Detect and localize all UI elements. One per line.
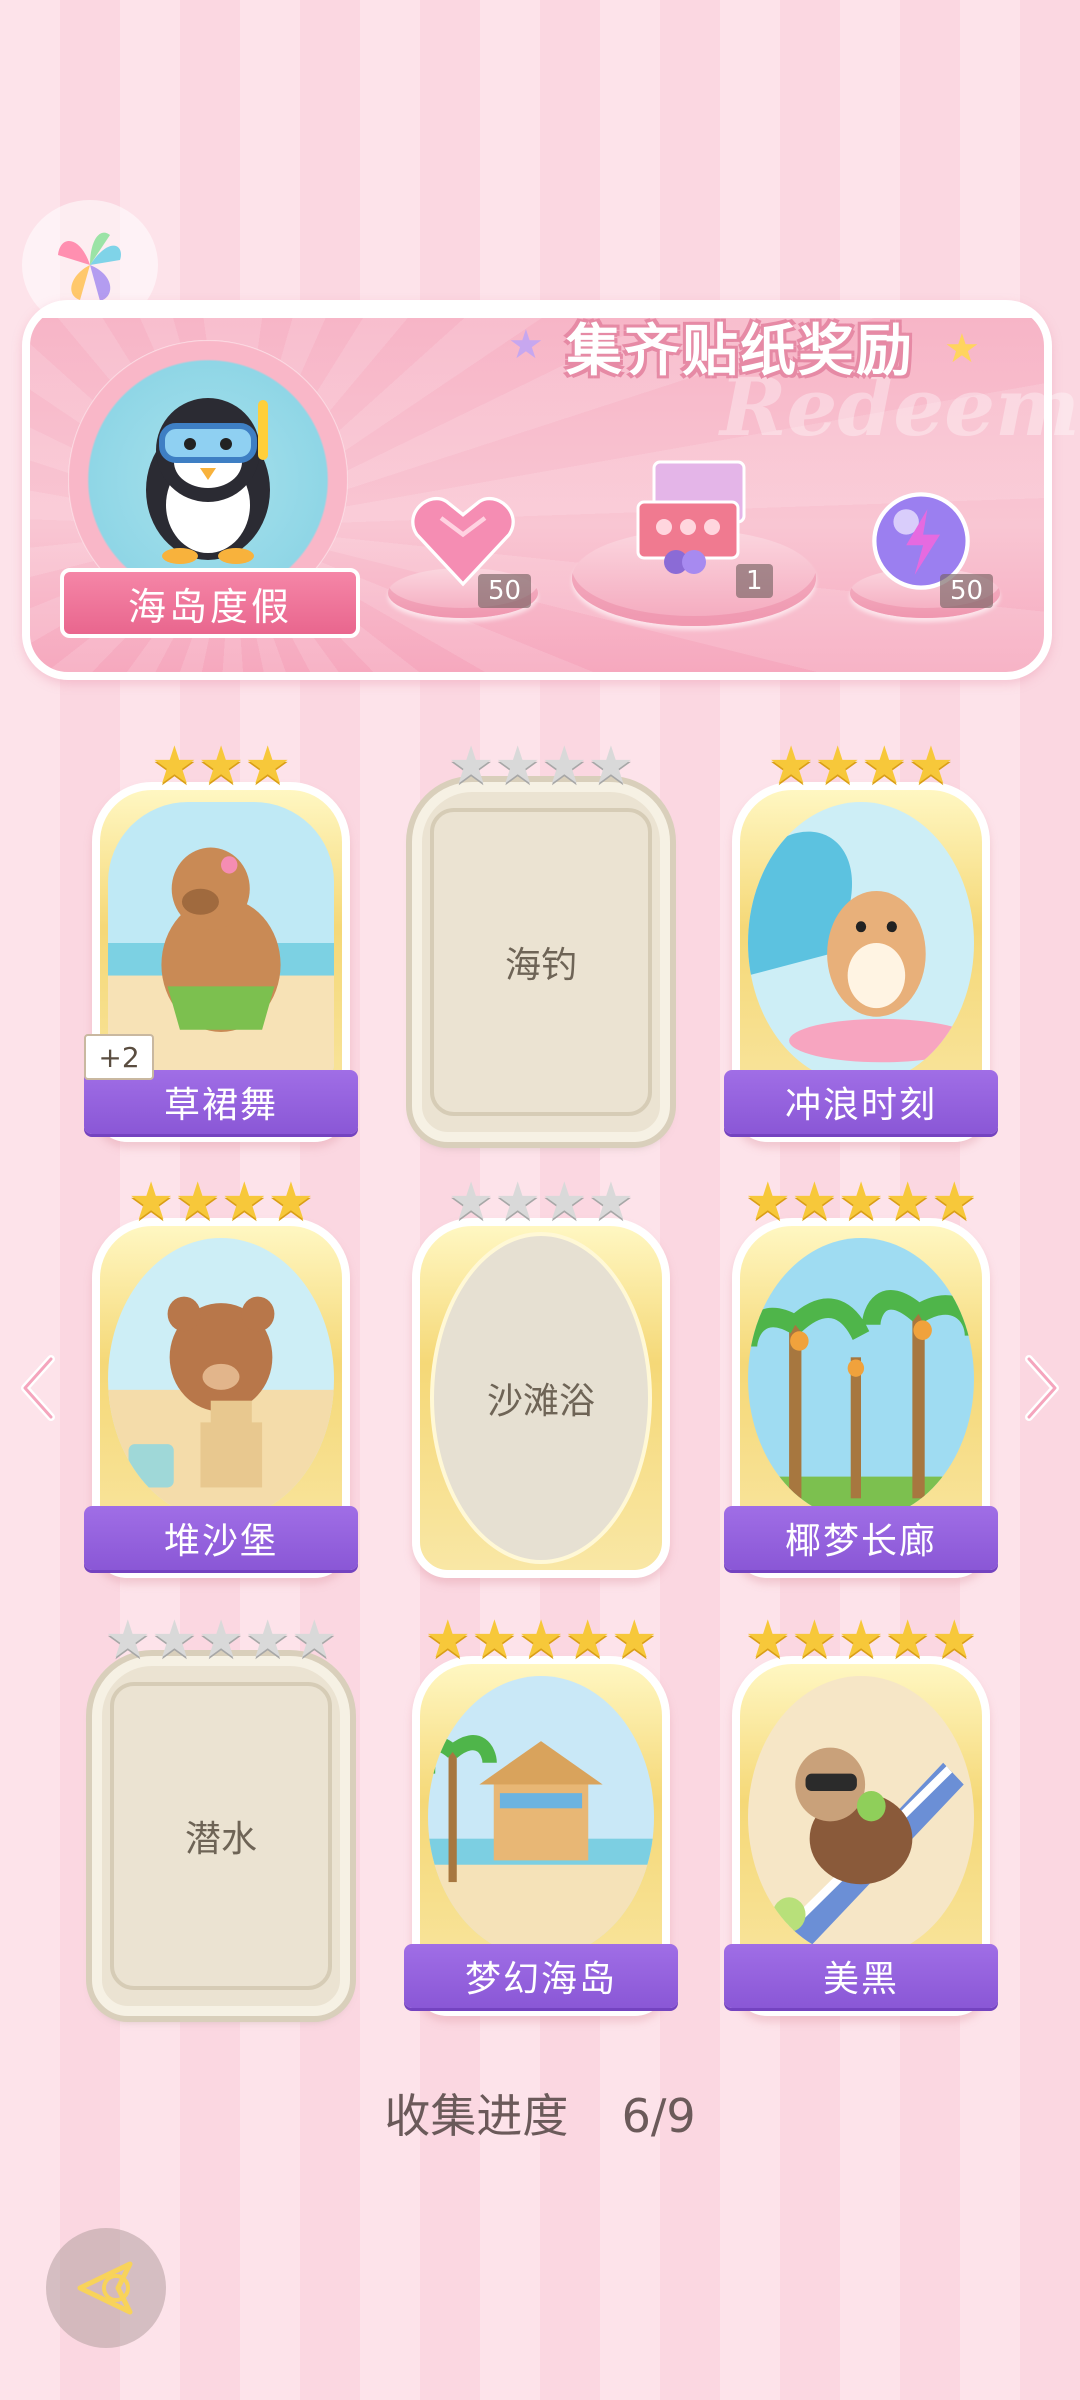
star-empty-icon: ★ [447,736,495,796]
star-filled-icon: ★ [930,1610,978,1670]
sticker-card[interactable]: 沙滩浴 ★ ★ ★ ★ [412,1176,670,1578]
sticker-card[interactable]: 美黑 ★ ★ ★ ★ ★ [724,1614,998,2016]
star-filled-icon: ★ [127,1172,175,1232]
star-filled-icon: ★ [174,1172,221,1232]
card-label: 美黑 [724,1944,998,2008]
star-filled-icon: ★ [884,1610,931,1670]
star-filled-icon: ★ [861,736,908,796]
star-filled-icon: ★ [151,736,198,796]
star-rating: ★ ★ ★ ★ ★ [732,1614,990,1666]
star-empty-icon: ★ [290,1610,338,1670]
chevron-right-icon [1025,1355,1059,1421]
star-filled-icon: ★ [884,1172,931,1232]
star-empty-icon: ★ [244,1610,291,1670]
star-filled-icon: ★ [791,1610,838,1670]
sticker-card[interactable]: 海钓 ★ ★ ★ ★ [412,740,670,1142]
card-label: 冲浪时刻 [724,1070,998,1134]
star-empty-icon: ★ [151,1610,198,1670]
star-rating: ★ ★ ★ ★ [92,1176,350,1228]
star-filled-icon: ★ [517,1610,565,1670]
star-empty-icon: ★ [587,736,635,796]
penguin-snorkel-icon [146,398,270,564]
album-name-ribbon: 海岛度假 [60,568,360,638]
sticker-card[interactable]: 冲浪时刻 ★ ★ ★ ★ [724,740,998,1142]
coconut-palms-art [748,1238,974,1520]
progress-value: 6/9 [621,2089,696,2143]
star-filled-icon: ★ [930,1172,978,1232]
cat-sunbathing-art [748,1676,974,1958]
star-filled-icon: ★ [197,736,245,796]
sticker-card[interactable]: 梦幻海岛 ★ ★ ★ ★ ★ [404,1614,678,2016]
star-empty-icon: ★ [587,1172,635,1232]
reward-quantity: 1 [736,564,773,598]
star-empty-icon: ★ [494,1172,541,1232]
progress-label: 收集进度 [384,2089,569,2143]
star-rating: ★ ★ ★ ★ [732,740,990,792]
collection-progress: 收集进度 6/9 [0,2080,1080,2146]
star-decoration-icon: ★ [944,326,980,372]
card-label: 海钓 [504,945,577,986]
star-rating: ★ ★ ★ ★ ★ [92,1614,350,1666]
star-filled-icon: ★ [564,1610,611,1670]
sticker-card[interactable]: 椰梦长廊 ★ ★ ★ ★ ★ [724,1176,998,1578]
star-rating: ★ ★ ★ ★ ★ [412,1614,670,1666]
card-label: 堆沙堡 [84,1506,358,1570]
hamster-surfing-art [748,802,974,1084]
sticker-card[interactable]: 潜水 ★ ★ ★ ★ ★ [92,1614,350,2016]
star-filled-icon: ★ [471,1610,518,1670]
star-filled-icon: ★ [837,1610,885,1670]
back-button[interactable] [46,2228,166,2348]
bear-sandcastle-art [108,1238,334,1520]
card-label: 潜水 [184,1819,257,1860]
star-rating: ★ ★ ★ [92,740,350,792]
star-decoration-icon: ★ [508,322,544,368]
star-filled-icon: ★ [744,1172,792,1232]
star-filled-icon: ★ [767,736,815,796]
star-empty-icon: ★ [541,736,588,796]
sticker-card[interactable]: 堆沙堡 ★ ★ ★ ★ [84,1176,358,1578]
star-filled-icon: ★ [837,1172,885,1232]
star-filled-icon: ★ [221,1172,268,1232]
duplicate-count-badge: +2 [84,1034,154,1080]
star-filled-icon: ★ [610,1610,658,1670]
beach-hut-art [428,1676,654,1958]
sticker-card[interactable]: 草裙舞 +2 ★ ★ ★ [84,740,358,1142]
reward-quantity: 50 [940,574,994,608]
star-filled-icon: ★ [907,736,955,796]
star-empty-icon: ★ [104,1610,152,1670]
star-empty-icon: ★ [541,1172,588,1232]
back-arrow-icon [77,2261,133,2315]
gift-box-icon[interactable] [624,452,764,582]
next-page-button[interactable] [1016,1348,1070,1428]
star-rating: ★ ★ ★ ★ [412,1176,670,1228]
star-filled-icon: ★ [791,1172,838,1232]
reward-quantity: 50 [478,574,532,608]
star-empty-icon: ★ [197,1610,245,1670]
star-filled-icon: ★ [267,1172,315,1232]
card-label: 沙滩浴 [486,1381,595,1422]
card-label: 梦幻海岛 [404,1944,678,2008]
star-filled-icon: ★ [814,736,861,796]
card-label: 椰梦长廊 [724,1506,998,1570]
star-rating: ★ ★ ★ ★ [412,740,670,792]
star-empty-icon: ★ [494,736,541,796]
star-empty-icon: ★ [447,1172,495,1232]
prev-page-button[interactable] [10,1348,64,1428]
chevron-left-icon [21,1355,55,1421]
star-rating: ★ ★ ★ ★ ★ [732,1176,990,1228]
star-filled-icon: ★ [244,736,291,796]
star-filled-icon: ★ [424,1610,472,1670]
banner-title: 集齐贴纸奖励 [566,317,914,384]
star-filled-icon: ★ [744,1610,792,1670]
